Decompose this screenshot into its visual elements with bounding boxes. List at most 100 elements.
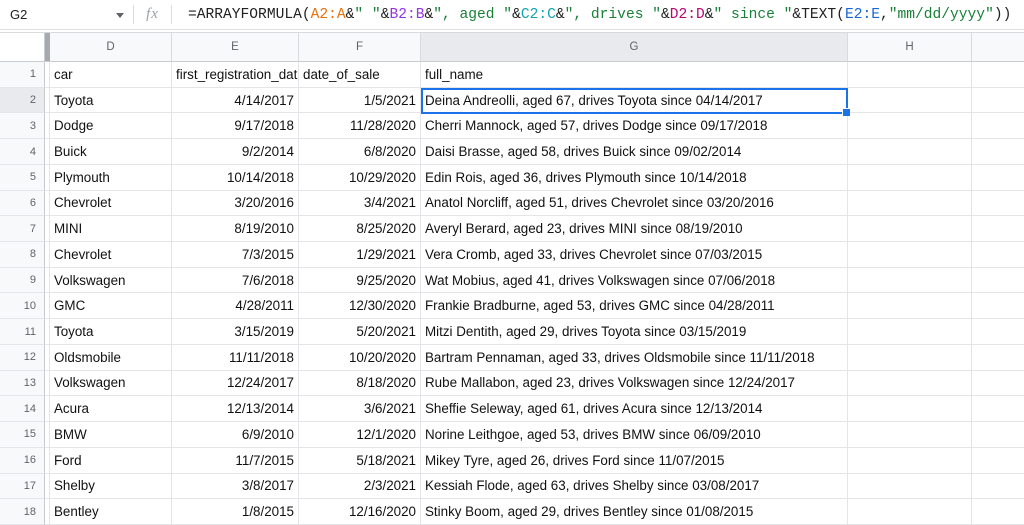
cell-g[interactable]: Rube Mallabon, aged 23, drives Volkswage… xyxy=(421,370,848,397)
row-header[interactable]: 17 xyxy=(0,473,45,500)
cell-f[interactable]: 2/3/2021 xyxy=(299,473,421,500)
cell-d[interactable]: MINI xyxy=(50,216,172,243)
cell-e[interactable]: 10/14/2018 xyxy=(172,164,299,191)
cell-e[interactable]: 4/14/2017 xyxy=(172,87,299,114)
cell-f[interactable]: 3/4/2021 xyxy=(299,190,421,217)
cell-extra[interactable] xyxy=(972,113,1024,140)
row-header[interactable]: 15 xyxy=(0,422,45,448)
cell-d[interactable]: Oldsmobile xyxy=(50,344,172,371)
cell-e[interactable]: 12/13/2014 xyxy=(172,396,299,423)
cell-extra[interactable] xyxy=(972,345,1024,371)
cell-h[interactable] xyxy=(848,139,972,165)
cell-g[interactable]: Cherri Mannock, aged 57, drives Dodge si… xyxy=(421,113,848,140)
cell-extra[interactable] xyxy=(972,242,1024,268)
name-box[interactable]: G2 xyxy=(0,0,133,29)
cell-e[interactable]: 12/24/2017 xyxy=(172,370,299,397)
column-header-partial[interactable] xyxy=(972,33,1024,62)
cell-d[interactable]: Acura xyxy=(50,396,172,423)
cell-g[interactable]: Anatol Norcliff, aged 51, drives Chevrol… xyxy=(421,190,848,217)
cell-extra[interactable] xyxy=(972,319,1024,345)
cell-e[interactable]: 9/2/2014 xyxy=(172,139,299,165)
cell-f[interactable]: 6/8/2020 xyxy=(299,139,421,165)
cell-extra[interactable] xyxy=(972,191,1024,217)
cell-d[interactable]: Toyota xyxy=(50,87,172,114)
cell-extra[interactable] xyxy=(972,422,1024,448)
cell-d[interactable]: Ford xyxy=(50,447,172,474)
cell-d[interactable]: Shelby xyxy=(50,473,172,500)
cell-h[interactable] xyxy=(848,164,972,191)
cell-extra[interactable] xyxy=(972,88,1024,114)
cell-f[interactable]: 8/25/2020 xyxy=(299,216,421,243)
cell-extra[interactable] xyxy=(972,293,1024,320)
cell-g[interactable]: Deina Andreolli, aged 67, drives Toyota … xyxy=(421,87,848,114)
cell-e[interactable]: 3/20/2016 xyxy=(172,190,299,217)
cell-h[interactable] xyxy=(848,216,972,243)
cell-d[interactable]: Chevrolet xyxy=(50,190,172,217)
cell-h[interactable] xyxy=(848,62,972,88)
row-header[interactable]: 7 xyxy=(0,216,45,243)
cell-h[interactable] xyxy=(848,267,972,294)
cell-f[interactable]: 1/5/2021 xyxy=(299,87,421,114)
cell-g[interactable]: Kessiah Flode, aged 63, drives Shelby si… xyxy=(421,473,848,500)
cell-g[interactable]: Edin Rois, aged 36, drives Plymouth sinc… xyxy=(421,164,848,191)
cell-d[interactable]: Chevrolet xyxy=(50,242,172,268)
cell-g[interactable]: full_name xyxy=(421,62,848,88)
cell-e[interactable]: 7/6/2018 xyxy=(172,267,299,294)
cell-g[interactable]: Bartram Pennaman, aged 33, drives Oldsmo… xyxy=(421,344,848,371)
cell-extra[interactable] xyxy=(972,165,1024,191)
cell-f[interactable]: 10/29/2020 xyxy=(299,164,421,191)
row-header[interactable]: 13 xyxy=(0,370,45,397)
cell-f[interactable]: 12/1/2020 xyxy=(299,422,421,448)
cell-f[interactable]: date_of_sale xyxy=(299,62,421,88)
cell-e[interactable]: 7/3/2015 xyxy=(172,242,299,268)
cell-d[interactable]: BMW xyxy=(50,422,172,448)
column-header-e[interactable]: E xyxy=(172,33,299,62)
row-header[interactable]: 16 xyxy=(0,447,45,474)
cell-e[interactable]: 8/19/2010 xyxy=(172,216,299,243)
cell-g[interactable]: Stinky Boom, aged 29, drives Bentley sin… xyxy=(421,499,848,525)
cell-d[interactable]: Volkswagen xyxy=(50,267,172,294)
cell-d[interactable]: Bentley xyxy=(50,499,172,525)
cell-extra[interactable] xyxy=(972,474,1024,500)
row-header[interactable]: 3 xyxy=(0,113,45,140)
cell-g[interactable]: Daisi Brasse, aged 58, drives Buick sinc… xyxy=(421,139,848,165)
cell-extra[interactable] xyxy=(972,448,1024,474)
row-header[interactable]: 6 xyxy=(0,190,45,217)
column-header-f[interactable]: F xyxy=(299,33,421,62)
cell-g[interactable]: Wat Mobius, aged 41, drives Volkswagen s… xyxy=(421,267,848,294)
cell-f[interactable]: 11/28/2020 xyxy=(299,113,421,140)
cell-d[interactable]: Toyota xyxy=(50,319,172,345)
cell-e[interactable]: 9/17/2018 xyxy=(172,113,299,140)
cell-h[interactable] xyxy=(848,242,972,268)
cell-g[interactable]: Mitzi Dentith, aged 29, drives Toyota si… xyxy=(421,319,848,345)
cell-f[interactable]: 9/25/2020 xyxy=(299,267,421,294)
cell-g[interactable]: Mikey Tyre, aged 26, drives Ford since 1… xyxy=(421,447,848,474)
cell-extra[interactable] xyxy=(972,268,1024,294)
cell-f[interactable]: 8/18/2020 xyxy=(299,370,421,397)
row-header[interactable]: 9 xyxy=(0,267,45,294)
cell-d[interactable]: Buick xyxy=(50,139,172,165)
cell-h[interactable] xyxy=(848,293,972,320)
cell-f[interactable]: 12/16/2020 xyxy=(299,499,421,525)
row-header[interactable]: 14 xyxy=(0,396,45,423)
row-header[interactable]: 18 xyxy=(0,499,45,525)
column-header-d[interactable]: D xyxy=(50,33,172,62)
cell-d[interactable]: Volkswagen xyxy=(50,370,172,397)
column-header-g[interactable]: G xyxy=(421,33,848,62)
cell-f[interactable]: 5/20/2021 xyxy=(299,319,421,345)
cell-e[interactable]: 3/8/2017 xyxy=(172,473,299,500)
cell-e[interactable]: 11/11/2018 xyxy=(172,344,299,371)
cell-h[interactable] xyxy=(848,396,972,423)
cell-h[interactable] xyxy=(848,87,972,114)
cell-g[interactable]: Sheffie Seleway, aged 61, drives Acura s… xyxy=(421,396,848,423)
row-header[interactable]: 10 xyxy=(0,293,45,320)
row-header[interactable]: 5 xyxy=(0,164,45,191)
cell-e[interactable]: 6/9/2010 xyxy=(172,422,299,448)
cell-extra[interactable] xyxy=(972,216,1024,243)
fill-handle[interactable] xyxy=(843,108,850,116)
cell-f[interactable]: 3/6/2021 xyxy=(299,396,421,423)
chevron-down-icon[interactable] xyxy=(116,13,124,18)
cell-h[interactable] xyxy=(848,370,972,397)
cell-h[interactable] xyxy=(848,319,972,345)
column-header-h[interactable]: H xyxy=(848,33,972,62)
